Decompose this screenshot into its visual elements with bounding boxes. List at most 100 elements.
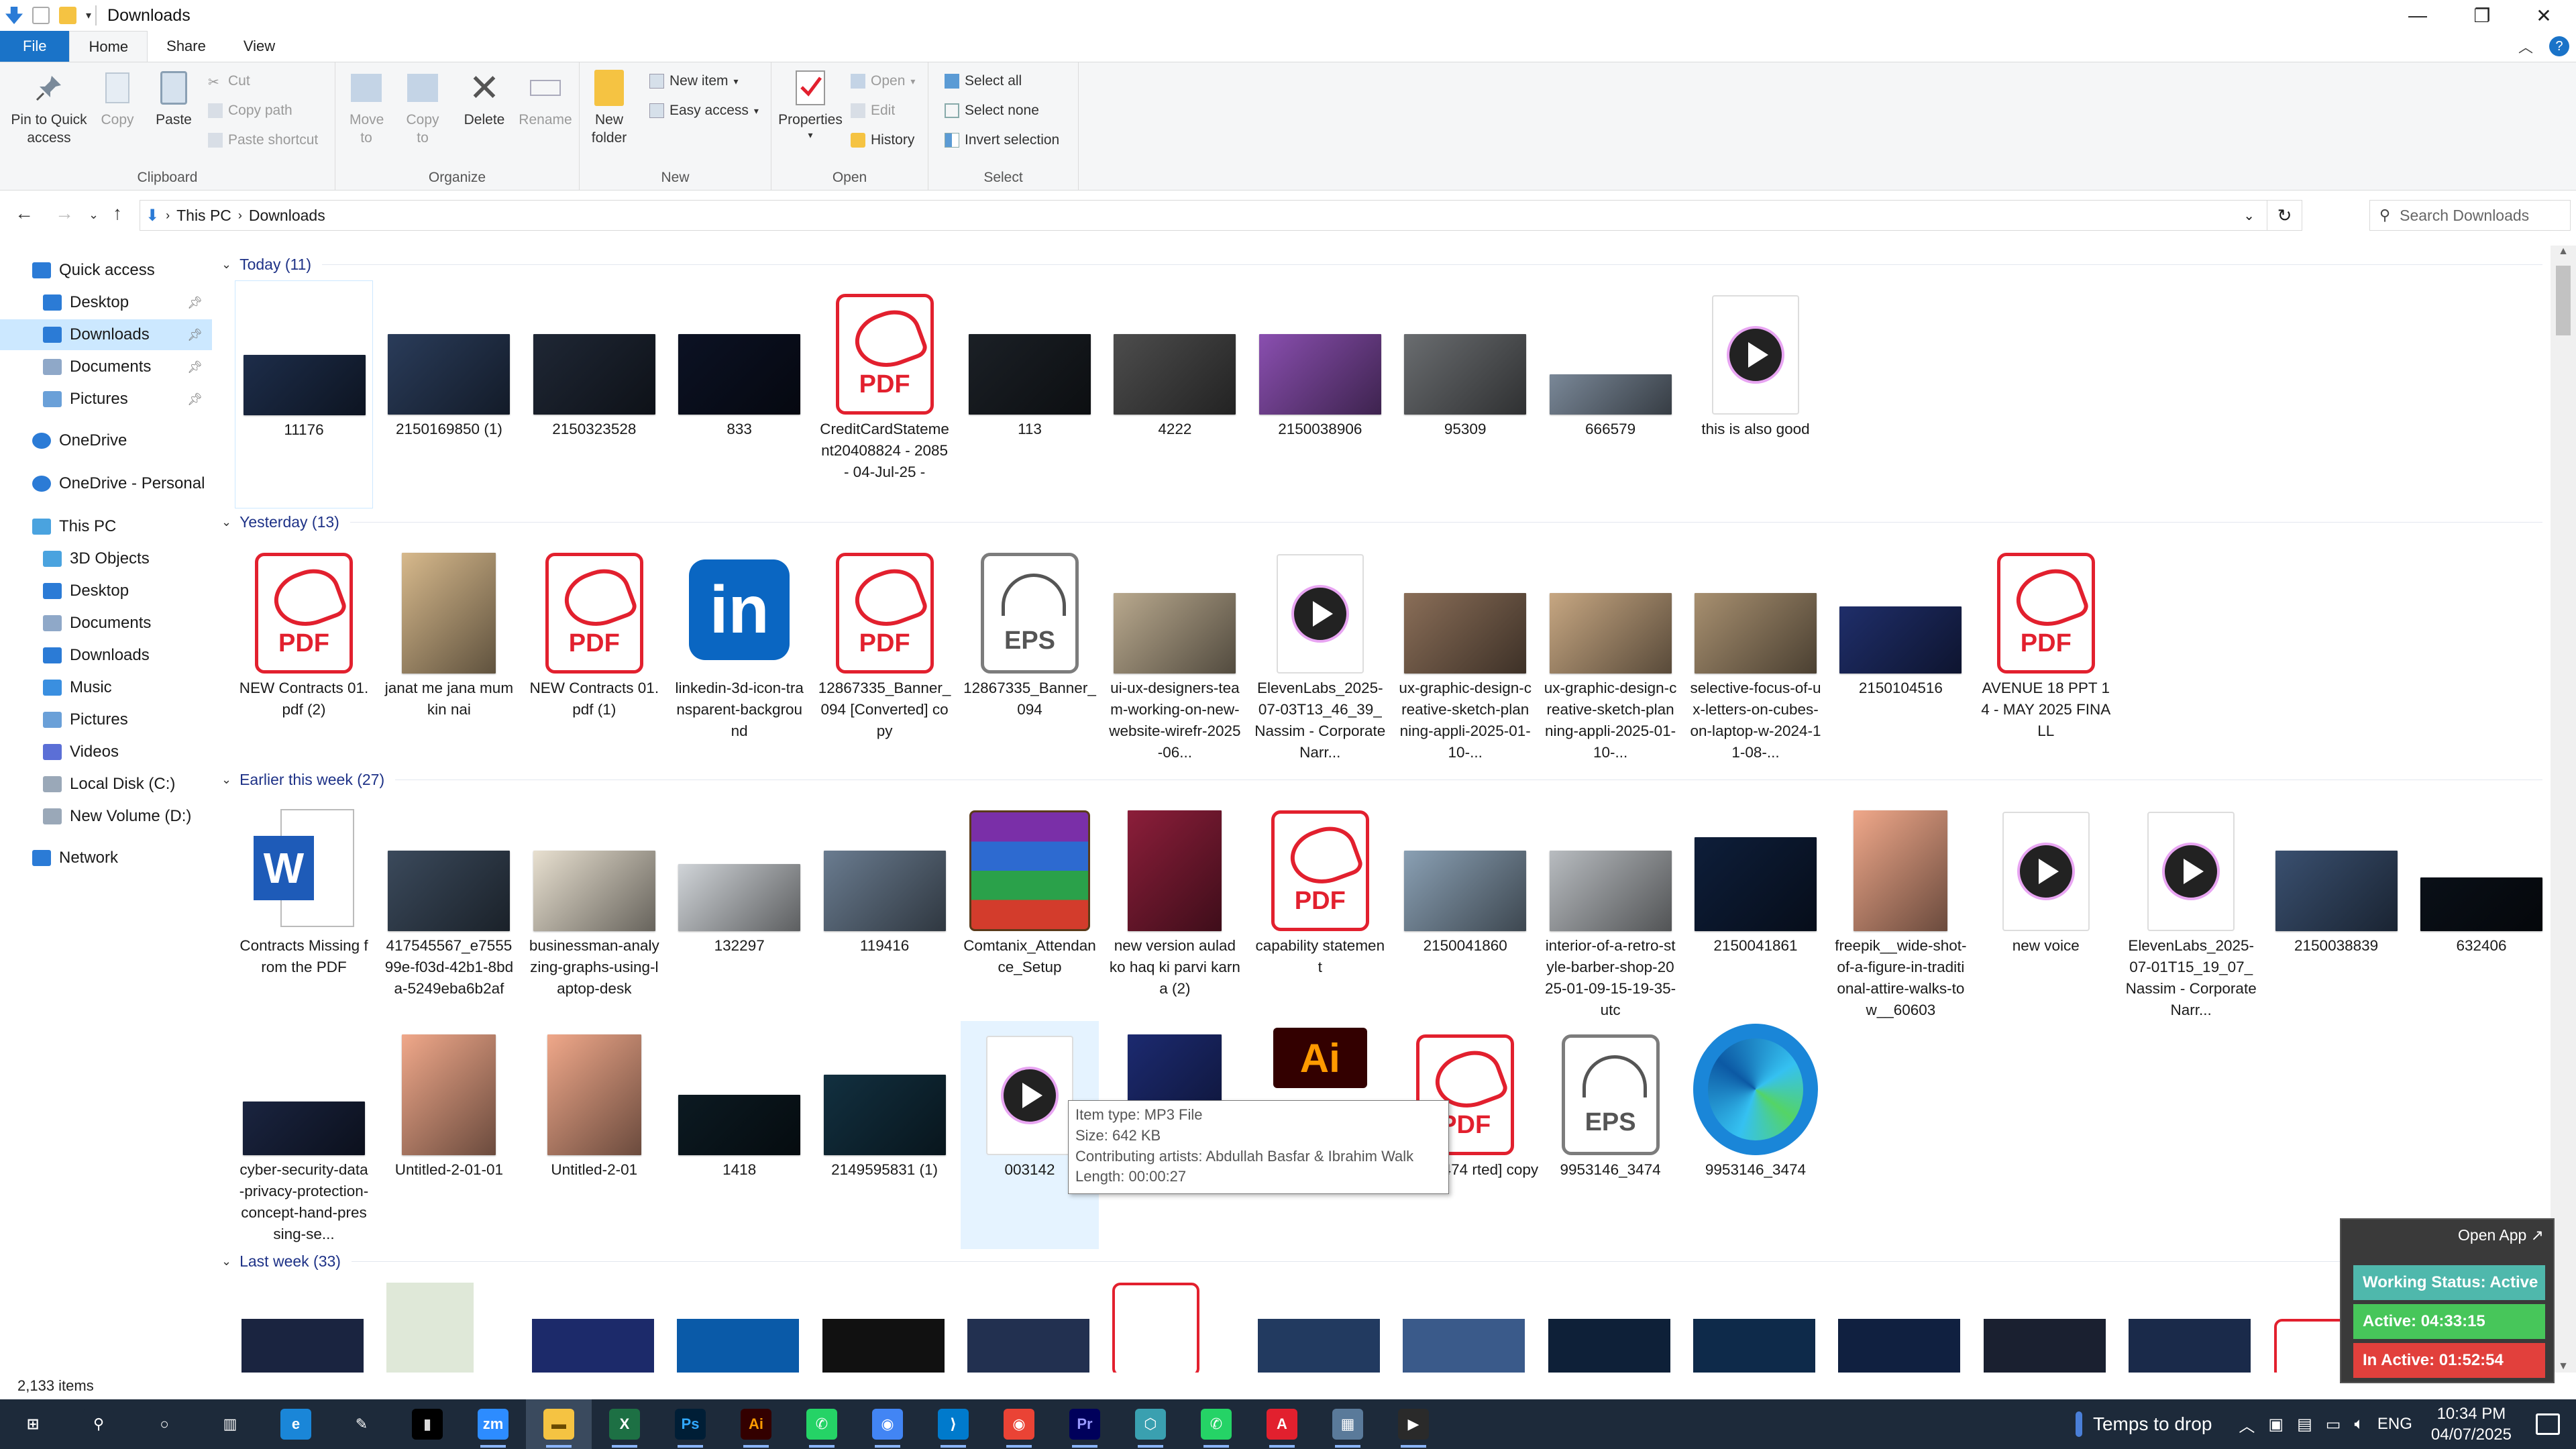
taskbar-terminal[interactable]: ▮: [394, 1399, 460, 1449]
language-indicator[interactable]: ENG: [2377, 1415, 2412, 1434]
file-item[interactable]: 11176: [235, 280, 373, 508]
taskbar-pen[interactable]: ✎: [329, 1399, 394, 1449]
file-item[interactable]: 2150104516: [1831, 539, 1970, 767]
file-item[interactable]: PDF NEW Contracts 01.pdf (2): [235, 539, 373, 767]
nav-quick-1[interactable]: Downloads 📌︎: [0, 319, 212, 350]
taskbar-explorer[interactable]: ▬: [526, 1399, 592, 1449]
address-history-chevron-icon[interactable]: ⌄: [2243, 207, 2255, 224]
file-item[interactable]: W Contracts Missing from the PDF: [235, 797, 373, 1025]
open-button[interactable]: Open ▾: [851, 73, 915, 89]
file-item[interactable]: this is also good: [1686, 280, 1825, 508]
properties-button[interactable]: Properties ▾: [775, 69, 845, 141]
file-item[interactable]: 2150038839: [2267, 797, 2406, 1025]
file-thumbnail-partial[interactable]: [677, 1319, 800, 1373]
copy-button[interactable]: Copy: [94, 69, 141, 129]
minimize-button[interactable]: —: [2385, 0, 2450, 31]
file-item[interactable]: PDF 12867335_Banner_094 [Converted] copy: [816, 539, 954, 767]
file-thumbnail-partial[interactable]: [1257, 1319, 1380, 1373]
help-icon[interactable]: ?: [2549, 36, 2569, 56]
delete-button[interactable]: ✕ Delete: [458, 66, 511, 129]
taskbar-acrobat[interactable]: A: [1249, 1399, 1315, 1449]
file-item[interactable]: businessman-analyzing-graphs-using-lapto…: [525, 797, 663, 1025]
close-button[interactable]: ✕: [2512, 0, 2576, 31]
file-item[interactable]: 833: [670, 280, 808, 508]
collapse-chevron-icon[interactable]: ⌄: [221, 258, 231, 272]
open-app-button[interactable]: Open App ↗: [2458, 1226, 2544, 1244]
file-item[interactable]: 1418: [670, 1021, 808, 1249]
collapse-ribbon-chevron-icon[interactable]: ︿: [2518, 36, 2533, 57]
nav-quick-3[interactable]: Pictures 📌︎: [0, 384, 212, 415]
tray-camera-icon[interactable]: ▣: [2268, 1415, 2284, 1434]
file-item[interactable]: ux-graphic-design-creative-sketch-planni…: [1542, 539, 1680, 767]
tab-file[interactable]: File: [0, 31, 70, 62]
file-item[interactable]: janat me jana mumkin nai: [380, 539, 518, 767]
cut-button[interactable]: ✂ Cut: [208, 73, 250, 90]
file-item[interactable]: PDF CreditCardStatement20408824 - 2085 - …: [816, 280, 954, 508]
file-item[interactable]: 417545567_e755599e-f03d-42b1-8bda-5249eb…: [380, 797, 518, 1025]
taskbar-chrome[interactable]: ◉: [855, 1399, 920, 1449]
nav-onedrive-personal[interactable]: OneDrive - Personal: [0, 468, 212, 499]
pin-quick-access-button[interactable]: Pin to Quick access: [5, 69, 93, 148]
rename-button[interactable]: Rename: [517, 69, 574, 129]
edit-button[interactable]: Edit: [851, 103, 895, 119]
file-item[interactable]: new voice: [1977, 797, 2115, 1025]
nav-this-pc[interactable]: This PC: [0, 511, 212, 542]
select-all-button[interactable]: Select all: [945, 73, 1022, 89]
nav-quick-2[interactable]: Documents 📌︎: [0, 352, 212, 382]
taskbar-vscode[interactable]: ⟩: [920, 1399, 986, 1449]
copy-to-button[interactable]: Copy to: [400, 69, 445, 148]
vertical-scrollbar[interactable]: ▲ ▼: [2551, 246, 2576, 1373]
taskbar-media-player[interactable]: ▶: [1381, 1399, 1446, 1449]
group-header[interactable]: ⌄ Yesterday (13): [221, 510, 2542, 534]
breadcrumb-downloads[interactable]: Downloads: [249, 207, 325, 225]
nav-pc-7[interactable]: Local Disk (C:): [0, 769, 212, 800]
file-item[interactable]: 2150041861: [1686, 797, 1825, 1025]
taskbar-search[interactable]: ⚲: [66, 1399, 131, 1449]
recent-locations-chevron-icon[interactable]: ⌄: [89, 208, 99, 222]
file-item[interactable]: Untitled-2-01: [525, 1021, 663, 1249]
file-thumbnail-partial[interactable]: [2129, 1319, 2251, 1373]
file-item[interactable]: cyber-security-data-privacy-protection-c…: [235, 1021, 373, 1249]
back-arrow-icon[interactable]: ←: [15, 203, 34, 224]
nav-network[interactable]: Network: [0, 843, 212, 873]
group-header[interactable]: ⌄ Today (11): [221, 252, 2542, 276]
taskbar-zoom[interactable]: zm: [460, 1399, 526, 1449]
file-thumbnail-partial[interactable]: [967, 1319, 1089, 1373]
paste-button[interactable]: Paste: [150, 69, 197, 129]
taskbar-photoshop[interactable]: Ps: [657, 1399, 723, 1449]
tray-overflow-chevron-icon[interactable]: ︿: [2239, 1413, 2255, 1436]
history-button[interactable]: History: [851, 132, 914, 148]
file-thumbnail-partial[interactable]: [1983, 1319, 2106, 1373]
new-item-button[interactable]: New item ▾: [649, 73, 739, 89]
file-item[interactable]: 9953146_3474: [1686, 1021, 1825, 1249]
file-item[interactable]: 2150323528: [525, 280, 663, 508]
file-thumbnail-partial[interactable]: [1693, 1319, 1815, 1373]
file-thumbnail-partial[interactable]: [386, 1283, 474, 1373]
taskbar-app-hex[interactable]: ⬡: [1118, 1399, 1183, 1449]
taskbar-whatsapp-2[interactable]: ✆: [1183, 1399, 1249, 1449]
breadcrumb-this-pc[interactable]: This PC: [176, 207, 231, 225]
nav-pc-6[interactable]: Videos: [0, 737, 212, 767]
file-item[interactable]: interior-of-a-retro-style-barber-shop-20…: [1542, 797, 1680, 1025]
taskbar-excel[interactable]: X: [592, 1399, 657, 1449]
volume-icon[interactable]: 🔈︎: [2354, 1415, 2363, 1434]
file-item[interactable]: ui-ux-designers-team-working-on-new-webs…: [1106, 539, 1244, 767]
file-item[interactable]: 4222: [1106, 280, 1244, 508]
file-item[interactable]: Untitled-2-01-01: [380, 1021, 518, 1249]
scroll-up-arrow-icon[interactable]: ▲: [2551, 246, 2576, 258]
address-bar[interactable]: ⬇ › This PC › Downloads ⌄ ↻: [140, 200, 2302, 231]
new-folder-quick-icon[interactable]: [59, 7, 76, 24]
file-item[interactable]: 666579: [1542, 280, 1680, 508]
file-item[interactable]: ux-graphic-design-creative-sketch-planni…: [1396, 539, 1534, 767]
select-none-button[interactable]: Select none: [945, 103, 1039, 119]
customize-toolbar-chevron-icon[interactable]: ▾: [86, 9, 91, 22]
nav-pc-8[interactable]: New Volume (D:): [0, 801, 212, 832]
file-thumbnail-partial[interactable]: [1112, 1283, 1200, 1373]
move-to-button[interactable]: Move to: [343, 69, 389, 148]
file-item[interactable]: new version aulad ko haq ki parvi karna …: [1106, 797, 1244, 1025]
taskbar-premiere[interactable]: Pr: [1052, 1399, 1118, 1449]
group-header[interactable]: ⌄ Earlier this week (27): [221, 767, 2542, 792]
copy-path-button[interactable]: Copy path: [208, 103, 292, 119]
nav-pc-5[interactable]: Pictures: [0, 704, 212, 735]
nav-pc-0[interactable]: 3D Objects: [0, 543, 212, 574]
